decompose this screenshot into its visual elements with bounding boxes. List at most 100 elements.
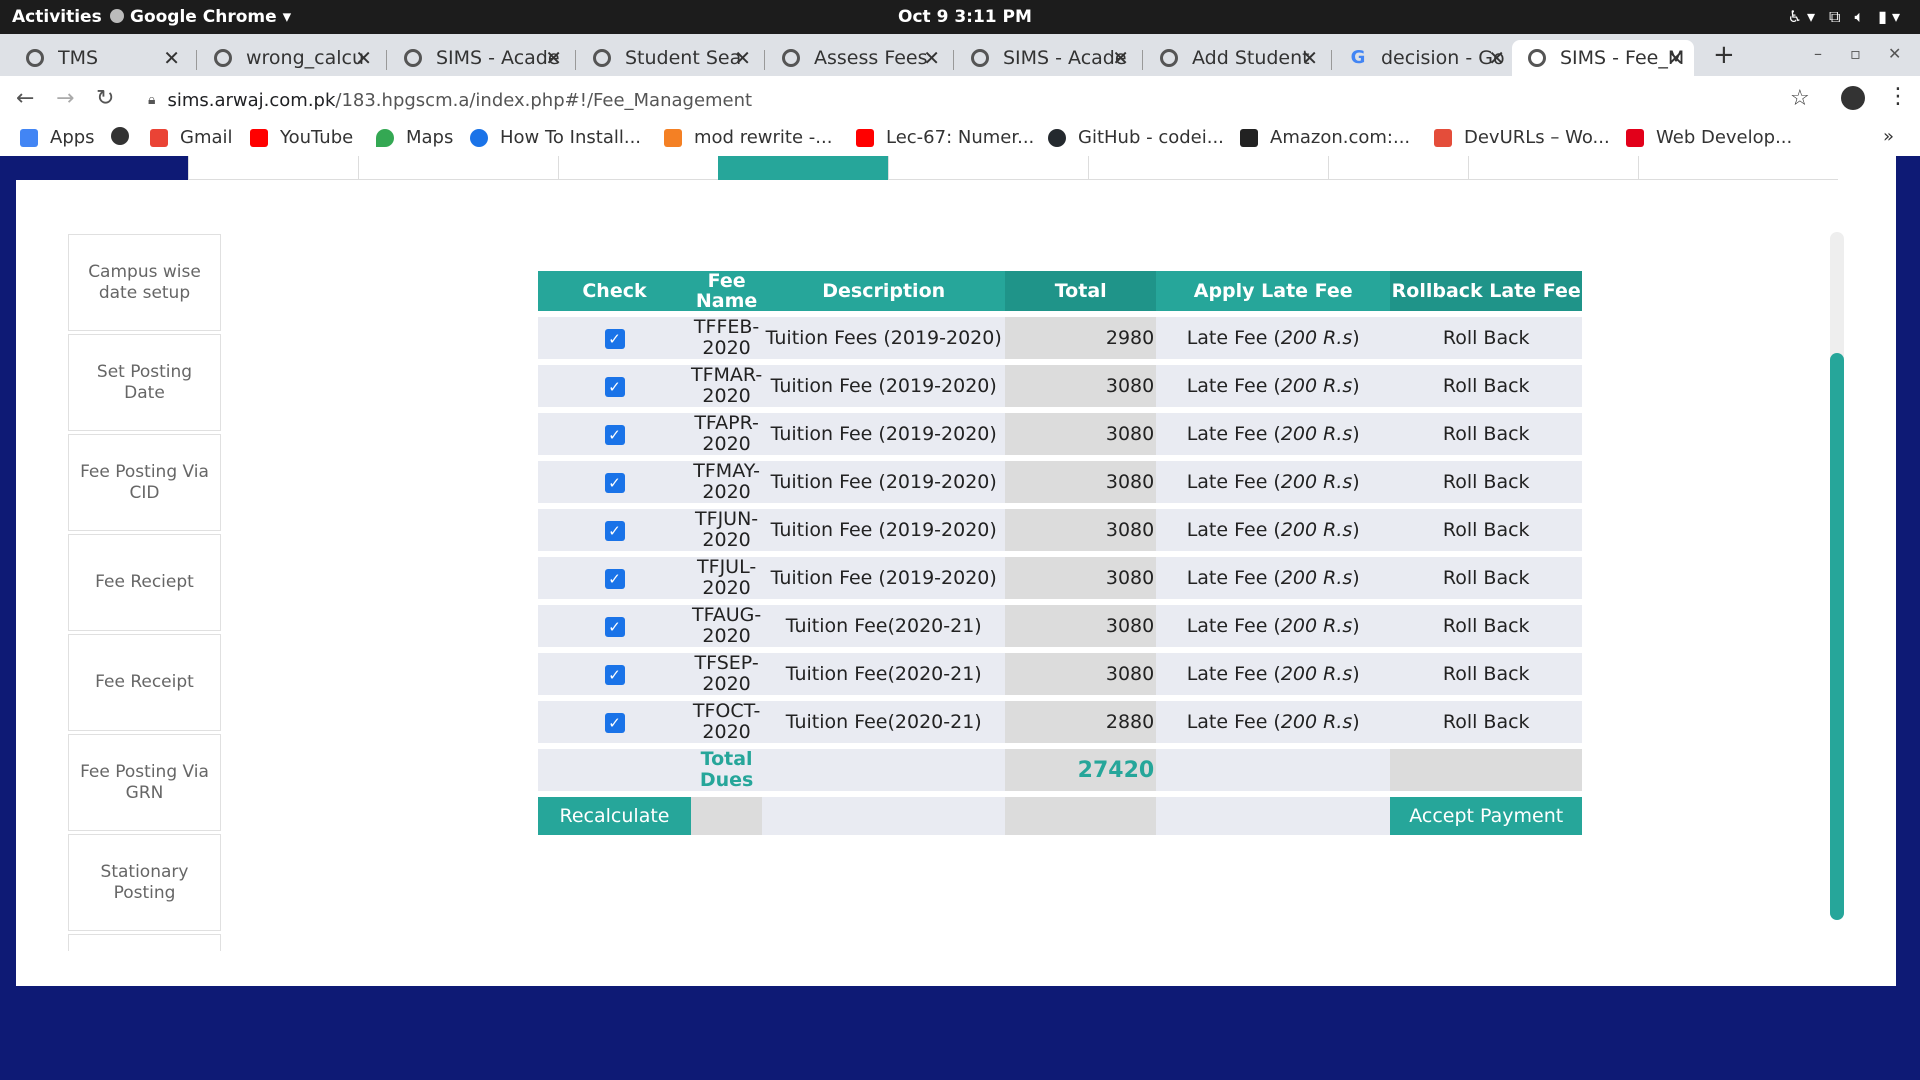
nav-tab-active[interactable] (718, 156, 888, 180)
close-icon[interactable]: ✕ (1112, 46, 1129, 70)
close-icon[interactable]: ✕ (1301, 46, 1318, 70)
rollback-link[interactable]: Roll Back (1390, 653, 1583, 701)
nav-tab[interactable] (188, 156, 358, 180)
fee-checkbox[interactable]: ✓ (604, 569, 625, 589)
close-icon[interactable]: ✕ (923, 46, 940, 70)
apply-late-fee-link[interactable]: Late Fee (200 R.s) (1156, 701, 1391, 749)
sidebar-item-fee-receipt[interactable]: Fee Receipt (68, 634, 221, 731)
battery-icon[interactable]: ▮ ▾ (1878, 7, 1900, 27)
apply-late-fee-link[interactable]: Late Fee (200 R.s) (1156, 509, 1391, 557)
fee-checkbox[interactable]: ✓ (604, 521, 625, 541)
close-icon[interactable]: ✕ (545, 46, 562, 70)
sidebar-item-stationary-posting[interactable]: Stationary Posting (68, 834, 221, 931)
nav-tab[interactable] (1328, 156, 1468, 180)
bookmarks-overflow-icon[interactable]: » (1883, 126, 1894, 147)
bookmark-devurls[interactable]: DevURLs – Wo... (1434, 127, 1610, 148)
fee-checkbox[interactable]: ✓ (604, 377, 625, 397)
profile-avatar-icon[interactable] (1841, 86, 1865, 110)
bookmark-apps[interactable]: Apps (20, 127, 95, 148)
recalculate-button[interactable]: Recalculate (538, 797, 691, 841)
forward-arrow-icon[interactable]: → (56, 86, 74, 111)
tab-wrong-calc[interactable]: wrong_calcu ✕ (198, 40, 382, 76)
app-menu[interactable]: Google Chrome ▾ (110, 7, 291, 27)
nav-tab[interactable] (358, 156, 558, 180)
apply-late-fee-link[interactable]: Late Fee (200 R.s) (1156, 413, 1391, 461)
sidebar-item-partial[interactable] (68, 934, 221, 951)
tab-tms[interactable]: TMS ✕ (10, 40, 190, 76)
bookmark-web-develop[interactable]: Web Develop... (1626, 127, 1792, 148)
tab-assess-fees[interactable]: Assess Fees ✕ (766, 40, 950, 76)
nav-tab[interactable] (1468, 156, 1638, 180)
rollback-link[interactable]: Roll Back (1390, 317, 1583, 365)
fee-checkbox[interactable]: ✓ (604, 713, 625, 733)
close-icon[interactable]: ✕ (355, 46, 372, 70)
fee-checkbox[interactable]: ✓ (604, 329, 625, 349)
apply-late-fee-link[interactable]: Late Fee (200 R.s) (1156, 365, 1391, 413)
fee-checkbox[interactable]: ✓ (604, 665, 625, 685)
rollback-link[interactable]: Roll Back (1390, 413, 1583, 461)
bookmark-github[interactable]: GitHub - codei... (1048, 127, 1224, 148)
address-bar[interactable]: 🔒︎ sims.arwaj.com.pk/183.hpgscm.a/index.… (138, 82, 1798, 118)
bookmark-maps[interactable]: Maps (376, 127, 453, 148)
sidebar-item-fee-posting-cid[interactable]: Fee Posting Via CID (68, 434, 221, 531)
bookmark-how-to-install[interactable]: How To Install... (470, 127, 641, 148)
tab-sims-fee-management[interactable]: SIMS - Fee_M ✕ (1512, 40, 1694, 76)
bookmark-star-icon[interactable]: ☆ (1790, 86, 1810, 111)
rollback-link[interactable]: Roll Back (1390, 605, 1583, 653)
bookmark-globe[interactable] (111, 127, 141, 145)
bookmark-amazon[interactable]: Amazon.com:... (1240, 127, 1410, 148)
sidebar-item-fee-posting-grn[interactable]: Fee Posting Via GRN (68, 734, 221, 831)
activities-button[interactable]: Activities (12, 7, 102, 27)
clock[interactable]: Oct 9 3:11 PM (898, 7, 1032, 27)
nav-tab[interactable] (558, 156, 718, 180)
bookmark-youtube[interactable]: YouTube (250, 127, 353, 148)
bookmark-gmail[interactable]: Gmail (150, 127, 233, 148)
sidebar-item-set-posting-date[interactable]: Set Posting Date (68, 334, 221, 431)
close-icon[interactable]: ✕ (1488, 46, 1505, 70)
reload-icon[interactable]: ↻ (96, 86, 114, 111)
apply-late-fee-link[interactable]: Late Fee (200 R.s) (1156, 461, 1391, 509)
apply-late-fee-link[interactable]: Late Fee (200 R.s) (1156, 317, 1391, 365)
bookmark-lec-67[interactable]: Lec-67: Numer... (856, 127, 1034, 148)
fee-checkbox[interactable]: ✓ (604, 473, 625, 493)
sidebar-item-fee-reciept[interactable]: Fee Reciept (68, 534, 221, 631)
chrome-menu-icon[interactable]: ⋮ (1887, 84, 1909, 109)
back-arrow-icon[interactable]: ← (16, 86, 34, 111)
network-icon[interactable]: ⧉ (1829, 7, 1840, 27)
lock-icon[interactable]: 🔒︎ (148, 92, 155, 108)
close-icon[interactable]: ✕ (1667, 46, 1684, 70)
apply-late-fee-link[interactable]: Late Fee (200 R.s) (1156, 653, 1391, 701)
rollback-link[interactable]: Roll Back (1390, 509, 1583, 557)
nav-tab[interactable] (1088, 156, 1328, 180)
tab-sims-academic-1[interactable]: SIMS - Acade ✕ (388, 40, 572, 76)
fee-checkbox[interactable]: ✓ (604, 617, 625, 637)
tab-decision-google[interactable]: G decision - Go ✕ (1333, 40, 1515, 76)
nav-tab[interactable] (888, 156, 1088, 180)
apply-late-fee-link[interactable]: Late Fee (200 R.s) (1156, 557, 1391, 605)
url-host: sims.arwaj.com.pk (167, 89, 336, 111)
nav-tab[interactable] (1638, 156, 1838, 180)
accessibility-icon[interactable]: ♿︎ ▾ (1788, 7, 1815, 27)
fee-checkbox[interactable]: ✓ (604, 425, 625, 445)
close-icon[interactable]: ✕ (163, 46, 180, 70)
rollback-link[interactable]: Roll Back (1390, 461, 1583, 509)
tab-add-student[interactable]: Add Student ✕ (1144, 40, 1328, 76)
tab-sims-academic-2[interactable]: SIMS - Acade ✕ (955, 40, 1139, 76)
bookmark-label: YouTube (280, 127, 354, 148)
volume-icon[interactable]: 🔈︎ (1854, 7, 1864, 27)
restore-icon[interactable]: ▫ (1850, 44, 1861, 63)
close-window-icon[interactable]: ✕ (1888, 44, 1901, 63)
rollback-link[interactable]: Roll Back (1390, 701, 1583, 749)
bookmark-mod-rewrite[interactable]: mod rewrite -... (664, 127, 832, 148)
new-tab-icon[interactable]: + (1713, 40, 1735, 70)
scrollbar-thumb[interactable] (1830, 353, 1844, 920)
minimize-icon[interactable]: – (1814, 44, 1822, 63)
rollback-link[interactable]: Roll Back (1390, 557, 1583, 605)
sidebar-item-campus-date-setup[interactable]: Campus wise date setup (68, 234, 221, 331)
accept-payment-button[interactable]: Accept Payment (1390, 797, 1583, 841)
tab-student-search[interactable]: Student Sea ✕ (577, 40, 761, 76)
apply-late-fee-link[interactable]: Late Fee (200 R.s) (1156, 605, 1391, 653)
close-icon[interactable]: ✕ (734, 46, 751, 70)
system-tray[interactable]: ♿︎ ▾ ⧉ 🔈︎ ▮ ▾ (1788, 7, 1900, 27)
rollback-link[interactable]: Roll Back (1390, 365, 1583, 413)
